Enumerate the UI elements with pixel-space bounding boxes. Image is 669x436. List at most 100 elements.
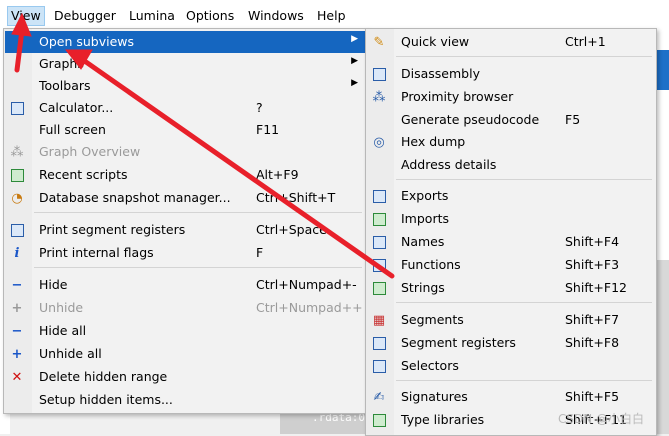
submenu-arrow-icon: ▶	[351, 78, 358, 88]
menu-item-label: Strings	[401, 280, 445, 295]
menu-item-toolbars[interactable]: Toolbars ▶	[5, 75, 365, 97]
menu-item-label: Generate pseudocode	[401, 112, 540, 127]
menu-item-label: Segments	[401, 312, 464, 327]
hex-dump-icon: ◎	[373, 134, 385, 150]
menu-item-recent-scripts[interactable]: Recent scripts Alt+F9	[5, 164, 365, 186]
menu-item-label: Unhide all	[39, 346, 102, 361]
menu-item-setup-hidden-items[interactable]: Setup hidden items...	[5, 389, 365, 411]
menu-item-unhide: + Unhide Ctrl+Numpad++	[5, 297, 365, 319]
names-icon	[371, 234, 387, 250]
menu-separator	[396, 56, 652, 57]
menu-item-functions[interactable]: Functions Shift+F3	[367, 254, 655, 276]
menu-item-shortcut: Alt+F9	[256, 167, 299, 182]
menu-item-quick-view[interactable]: ✎ Quick view Ctrl+1	[367, 31, 655, 53]
menu-item-label: Recent scripts	[39, 167, 128, 182]
strings-icon	[371, 280, 387, 296]
menu-separator	[396, 302, 652, 303]
menu-item-label: Setup hidden items...	[39, 392, 173, 407]
menu-item-print-segment-registers[interactable]: Print segment registers Ctrl+Space	[5, 219, 365, 241]
unhide-icon: +	[11, 300, 23, 316]
menu-item-open-subviews[interactable]: Open subviews ▶	[5, 31, 365, 53]
disassembly-icon	[371, 66, 387, 82]
menu-item-address-details[interactable]: Address details	[367, 154, 655, 176]
menu-item-label: Imports	[401, 211, 449, 226]
menu-item-label: Functions	[401, 257, 461, 272]
menu-item-generate-pseudocode[interactable]: Generate pseudocode F5	[367, 109, 655, 131]
menu-item-imports[interactable]: Imports	[367, 208, 655, 230]
menu-item-hide[interactable]: − Hide Ctrl+Numpad+-	[5, 274, 365, 296]
menu-separator	[34, 267, 362, 268]
menu-item-proximity-browser[interactable]: ⁂ Proximity browser	[367, 86, 655, 108]
menu-windows[interactable]: Windows	[245, 7, 307, 25]
menu-item-shortcut: Ctrl+Numpad+-	[256, 277, 357, 292]
menu-item-shortcut: Ctrl+Shift+T	[256, 190, 336, 205]
menu-item-segment-registers[interactable]: Segment registers Shift+F8	[367, 332, 655, 354]
snapshot-icon: ◔	[11, 190, 23, 206]
menu-item-shortcut: Ctrl+Numpad++	[256, 300, 363, 315]
background-right-panel	[655, 30, 669, 434]
menu-item-shortcut: Shift+F4	[565, 234, 620, 249]
menu-item-signatures[interactable]: ✍ Signatures Shift+F5	[367, 386, 655, 408]
menu-item-label: Hide	[39, 277, 68, 292]
menu-item-label: Full screen	[39, 122, 106, 137]
menu-item-label: Address details	[401, 157, 497, 172]
menu-help[interactable]: Help	[314, 7, 349, 25]
signatures-icon: ✍	[373, 389, 385, 405]
open-subviews-submenu: ✎ Quick view Ctrl+1 Disassembly ⁂ Proxim…	[365, 28, 657, 436]
menu-item-delete-hidden-range[interactable]: ✕ Delete hidden range	[5, 366, 365, 388]
submenu-arrow-icon: ▶	[351, 34, 358, 44]
menu-item-shortcut: F5	[565, 112, 581, 127]
menu-options[interactable]: Options	[183, 7, 237, 25]
menu-item-shortcut: Shift+F7	[565, 312, 620, 327]
background-selection	[655, 50, 669, 90]
menu-item-label: Proximity browser	[401, 89, 514, 104]
menu-item-exports[interactable]: Exports	[367, 185, 655, 207]
menu-item-segments[interactable]: ▦ Segments Shift+F7	[367, 309, 655, 331]
menu-item-strings[interactable]: Strings Shift+F12	[367, 277, 655, 299]
quick-view-icon: ✎	[373, 34, 385, 50]
menu-separator	[396, 179, 652, 180]
segment-registers-icon	[371, 335, 387, 351]
menu-item-label: Print segment registers	[39, 222, 186, 237]
menu-item-database-snapshot-manager[interactable]: ◔ Database snapshot manager... Ctrl+Shif…	[5, 187, 365, 209]
registers-icon	[9, 222, 25, 238]
menu-item-label: Disassembly	[401, 66, 480, 81]
menu-item-label: Segment registers	[401, 335, 516, 350]
menu-item-shortcut: Shift+F3	[565, 257, 620, 272]
menu-item-full-screen[interactable]: Full screen F11	[5, 119, 365, 141]
menu-item-unhide-all[interactable]: + Unhide all	[5, 343, 365, 365]
view-menu: Open subviews ▶ Graphs ▶ Toolbars ▶ Calc…	[3, 28, 367, 414]
menu-view[interactable]: View	[7, 6, 45, 26]
info-icon: i	[14, 245, 20, 261]
menu-item-calculator[interactable]: Calculator... ?	[5, 97, 365, 119]
menu-item-disassembly[interactable]: Disassembly	[367, 63, 655, 85]
menu-item-label: Graph Overview	[39, 144, 141, 159]
menu-item-selectors[interactable]: Selectors	[367, 355, 655, 377]
menu-item-names[interactable]: Names Shift+F4	[367, 231, 655, 253]
menu-item-label: Exports	[401, 188, 449, 203]
menu-item-print-internal-flags[interactable]: i Print internal flags F	[5, 242, 365, 264]
menu-item-hide-all[interactable]: − Hide all	[5, 320, 365, 342]
unhide-all-icon: +	[11, 346, 23, 362]
menu-item-label: Hide all	[39, 323, 87, 338]
menu-item-shortcut: ?	[256, 100, 263, 115]
background-hex-strip	[655, 260, 669, 434]
submenu-arrow-icon: ▶	[351, 56, 358, 66]
menu-item-shortcut: Ctrl+Space	[256, 222, 327, 237]
menu-debugger[interactable]: Debugger	[51, 7, 119, 25]
menu-item-label: Quick view	[401, 34, 470, 49]
hide-icon: −	[11, 277, 23, 293]
menu-lumina[interactable]: Lumina	[126, 7, 178, 25]
menu-item-label: Open subviews	[39, 34, 135, 49]
functions-icon	[371, 257, 387, 273]
menu-item-label: Hex dump	[401, 134, 466, 149]
menu-item-label: Selectors	[401, 358, 459, 373]
graph-overview-icon: ⁂	[10, 144, 24, 160]
exports-icon	[371, 188, 387, 204]
menu-item-label: Calculator...	[39, 100, 114, 115]
menu-item-label: Signatures	[401, 389, 468, 404]
menu-item-hex-dump[interactable]: ◎ Hex dump	[367, 131, 655, 153]
menu-item-shortcut: Ctrl+1	[565, 34, 606, 49]
menu-separator	[34, 212, 362, 213]
menu-item-graphs[interactable]: Graphs ▶	[5, 53, 365, 75]
